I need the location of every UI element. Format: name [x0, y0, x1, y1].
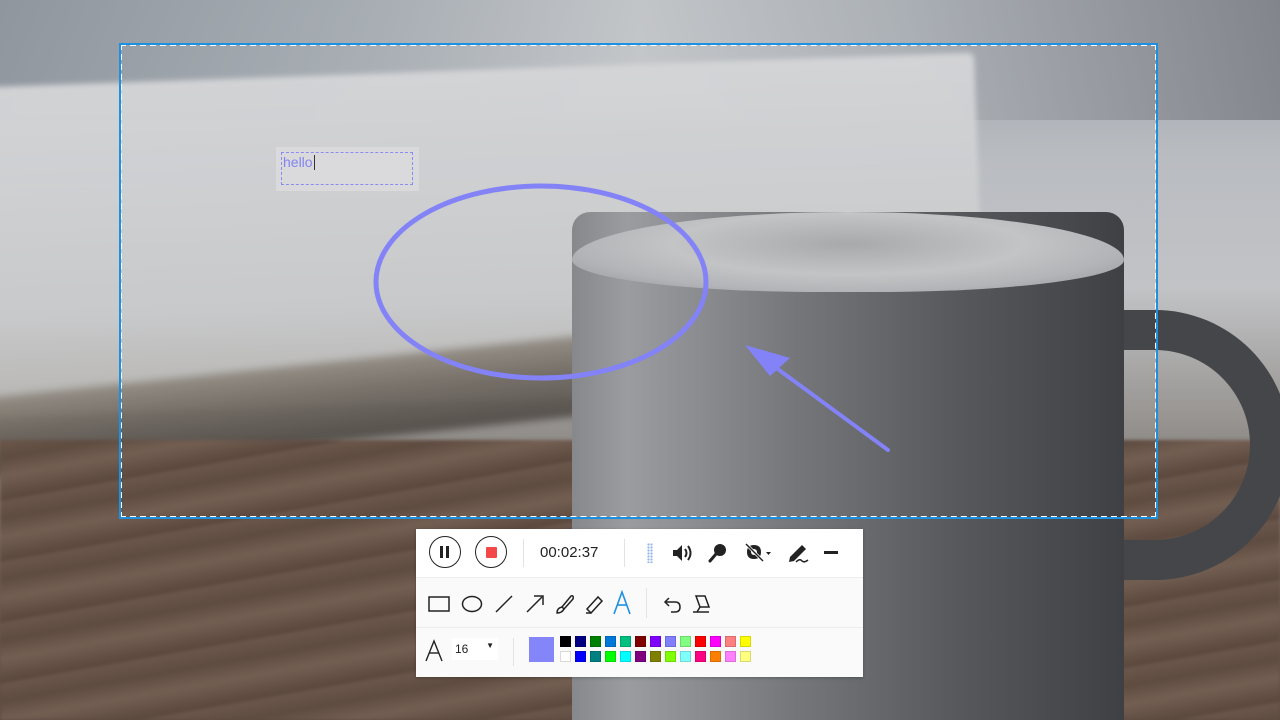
recording-toolbar: 00:02:37 16 ▼: [416, 529, 863, 677]
stop-button[interactable]: [475, 536, 507, 568]
camera-off-icon[interactable]: [744, 542, 772, 564]
font-size-value: 16: [455, 642, 469, 656]
microphone-icon[interactable]: [707, 542, 729, 564]
chevron-down-icon: ▼: [486, 641, 494, 650]
color-swatch[interactable]: [695, 651, 706, 662]
drawing-tools-row: [416, 578, 863, 628]
font-size-select[interactable]: 16 ▼: [452, 638, 498, 660]
divider: [523, 539, 524, 567]
capture-region-frame[interactable]: [119, 43, 1158, 519]
stop-icon: [486, 547, 497, 558]
text-style-row: 16 ▼: [416, 628, 863, 677]
color-swatch[interactable]: [710, 651, 721, 662]
divider: [646, 588, 647, 618]
color-swatch[interactable]: [665, 636, 676, 647]
highlighter-tool[interactable]: [583, 593, 605, 615]
text-annotation-input[interactable]: hello: [281, 152, 413, 185]
color-swatch[interactable]: [620, 636, 631, 647]
recording-timer: 00:02:37: [540, 544, 599, 561]
arrow-icon: [526, 595, 544, 613]
text-annotation-value: hello: [283, 154, 313, 170]
pause-icon: [440, 546, 450, 558]
brush-icon: [556, 595, 574, 614]
color-swatch[interactable]: [620, 651, 631, 662]
arrow-tool[interactable]: [524, 593, 546, 615]
eraser-icon: [693, 595, 711, 613]
pen-icon[interactable]: [786, 542, 810, 564]
text-caret: [313, 155, 315, 170]
undo-button[interactable]: [660, 593, 682, 615]
drag-handle[interactable]: [647, 543, 653, 563]
font-icon: [425, 639, 443, 663]
color-swatch[interactable]: [635, 636, 646, 647]
rectangle-icon: [428, 596, 450, 612]
color-swatch[interactable]: [590, 636, 601, 647]
color-swatch[interactable]: [560, 636, 571, 647]
text-tool[interactable]: [612, 590, 632, 616]
color-swatch[interactable]: [575, 651, 586, 662]
color-swatch[interactable]: [605, 636, 616, 647]
color-swatch[interactable]: [695, 636, 706, 647]
ellipse-icon: [461, 595, 483, 613]
rectangle-tool[interactable]: [428, 596, 450, 612]
color-swatch[interactable]: [725, 651, 736, 662]
color-swatch[interactable]: [635, 651, 646, 662]
recording-controls-row: 00:02:37: [416, 529, 863, 578]
color-swatch[interactable]: [710, 636, 721, 647]
eraser-tool[interactable]: [690, 593, 712, 615]
minimize-icon: [824, 551, 838, 554]
minimize-button[interactable]: [824, 551, 838, 555]
color-swatch[interactable]: [605, 651, 616, 662]
color-swatch[interactable]: [725, 636, 736, 647]
color-swatch[interactable]: [650, 636, 661, 647]
undo-icon: [663, 597, 681, 613]
color-swatch[interactable]: [665, 651, 676, 662]
ellipse-tool[interactable]: [461, 595, 483, 613]
brush-tool[interactable]: [554, 593, 576, 615]
current-color-swatch[interactable]: [529, 637, 554, 662]
divider: [624, 539, 625, 567]
color-swatch[interactable]: [680, 636, 691, 647]
color-swatch[interactable]: [560, 651, 571, 662]
color-swatch[interactable]: [680, 651, 691, 662]
line-tool[interactable]: [493, 593, 515, 615]
color-swatch[interactable]: [740, 651, 751, 662]
speaker-icon[interactable]: [671, 543, 695, 563]
color-swatch[interactable]: [590, 651, 601, 662]
text-annotation-box[interactable]: hello: [276, 147, 419, 191]
text-icon: [613, 590, 631, 615]
highlighter-icon: [585, 595, 604, 615]
line-icon: [495, 595, 513, 613]
pause-button[interactable]: [429, 536, 461, 568]
color-swatch[interactable]: [650, 651, 661, 662]
color-swatch[interactable]: [740, 636, 751, 647]
color-palette: [560, 636, 754, 666]
color-swatch[interactable]: [575, 636, 586, 647]
divider: [513, 638, 514, 666]
